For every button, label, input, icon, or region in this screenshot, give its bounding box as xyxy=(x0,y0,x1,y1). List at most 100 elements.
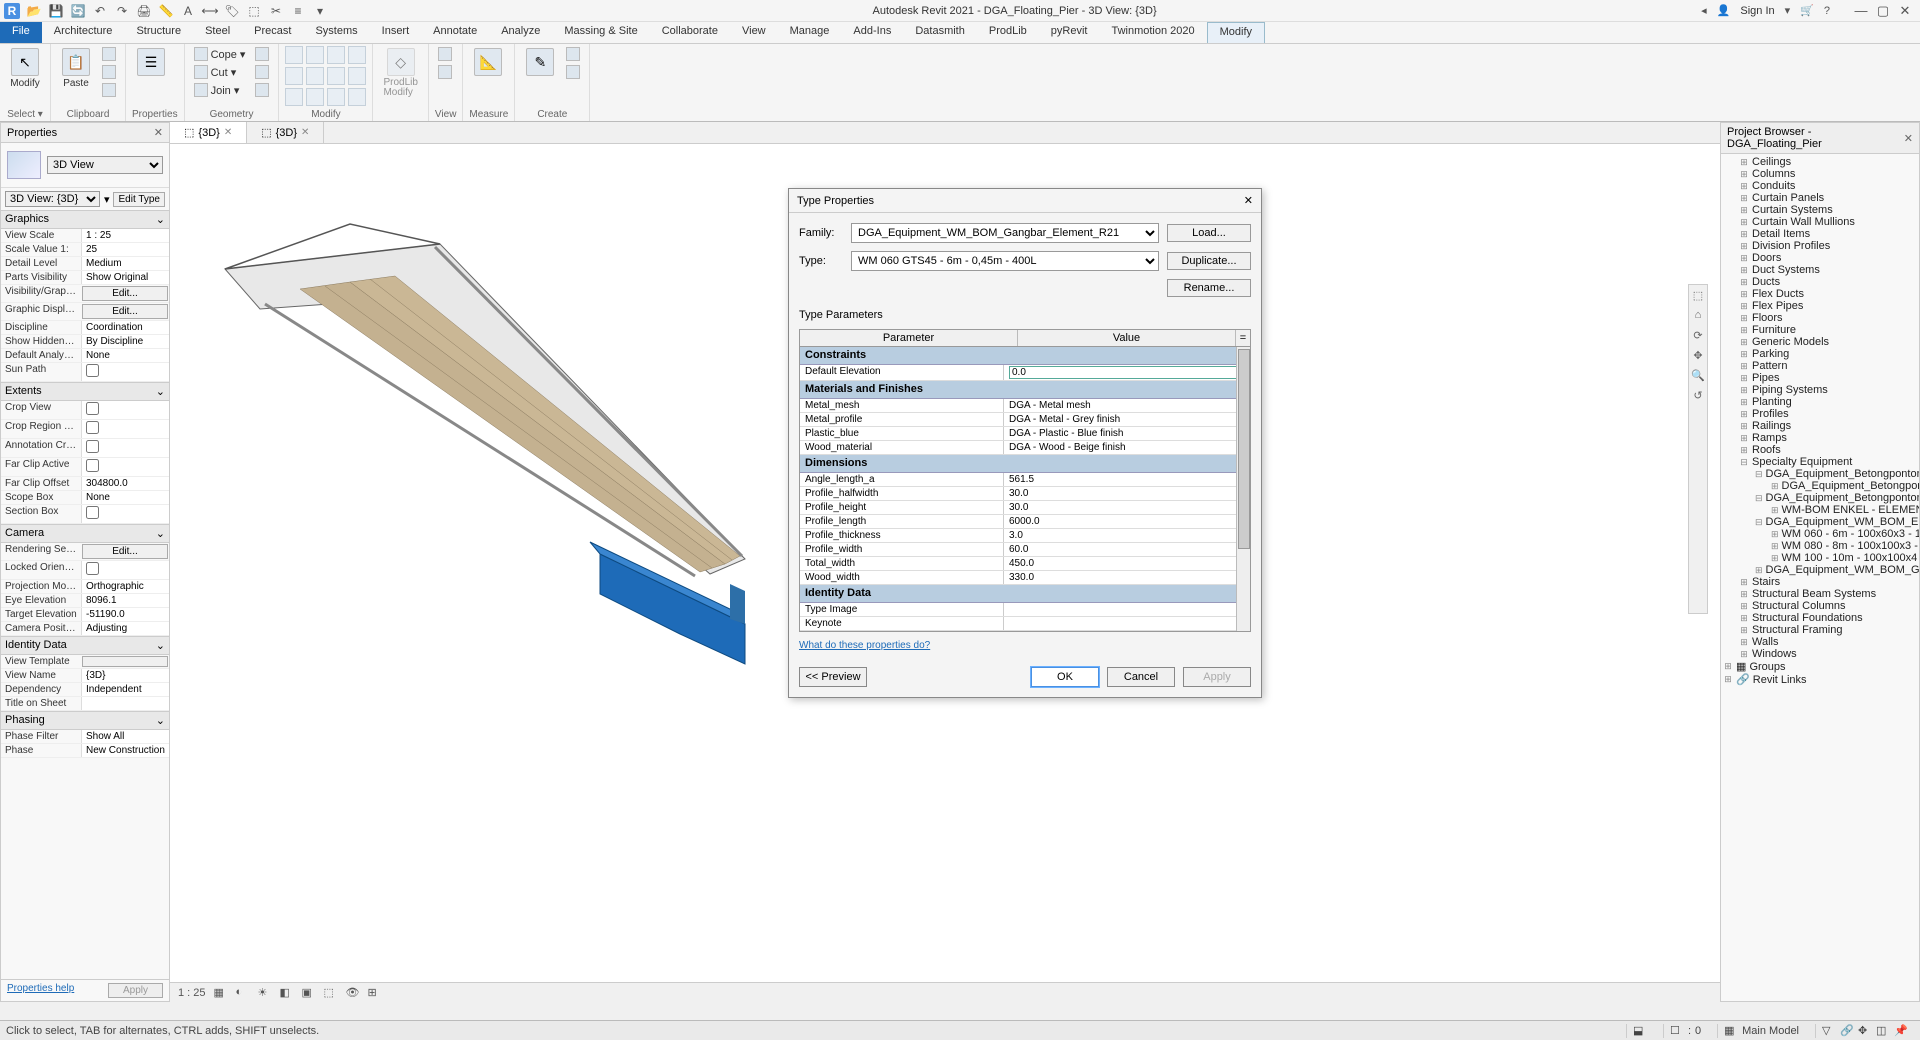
tree-node[interactable]: ⊟ DGA_Equipment_Betongponton_F xyxy=(1721,492,1919,504)
expand-icon[interactable]: ⊞ xyxy=(1739,385,1749,396)
model-icon[interactable]: ▦ xyxy=(1724,1024,1738,1038)
tp-row[interactable]: Plastic_blueDGA - Plastic - Blue finish xyxy=(800,427,1250,441)
tree-node[interactable]: ⊞ Curtain Wall Mullions xyxy=(1721,216,1919,228)
print-icon[interactable]: 🖨 xyxy=(136,3,152,19)
tp-row[interactable]: Metal_profileDGA - Metal - Grey finish xyxy=(800,413,1250,427)
tab-pyrevit[interactable]: pyRevit xyxy=(1039,22,1100,43)
open-icon[interactable]: 📂 xyxy=(26,3,42,19)
col-eq[interactable]: = xyxy=(1236,330,1250,346)
expand-icon[interactable]: ⊞ xyxy=(1723,661,1733,672)
measure-button[interactable]: 📐 xyxy=(469,46,507,78)
expand-icon[interactable]: ⊟ xyxy=(1755,517,1763,528)
info-icon[interactable]: ◂ xyxy=(1701,4,1707,17)
properties-help-link[interactable]: Properties help xyxy=(7,983,74,998)
expand-icon[interactable]: ⊞ xyxy=(1739,157,1749,168)
prop-row[interactable]: Far Clip Offset304800.0 xyxy=(1,477,169,491)
prop-row[interactable]: Crop View xyxy=(1,401,169,420)
tree-node[interactable]: ⊞ Piping Systems xyxy=(1721,384,1919,396)
pin-icon[interactable] xyxy=(327,88,345,106)
tab-analyze[interactable]: Analyze xyxy=(489,22,552,43)
view-instance-selector[interactable]: 3D View: {3D} xyxy=(5,191,100,207)
tree-node[interactable]: ⊞ Planting xyxy=(1721,396,1919,408)
tab-file[interactable]: File xyxy=(0,22,42,43)
tp-row[interactable]: Keynote xyxy=(800,617,1250,631)
expand-icon[interactable]: ⊞ xyxy=(1739,373,1749,384)
shadow-icon[interactable]: ◧ xyxy=(280,986,294,1000)
expand-icon[interactable]: ⊞ xyxy=(1771,529,1779,540)
tree-node[interactable]: ⊞ Structural Foundations xyxy=(1721,612,1919,624)
cut-geom-button[interactable]: Cut ▾ xyxy=(191,64,249,80)
tag-icon[interactable]: 🏷 xyxy=(224,3,240,19)
prop-row[interactable]: Graphic Display...Edit... xyxy=(1,303,169,321)
tab-steel[interactable]: Steel xyxy=(193,22,242,43)
render-icon[interactable]: ▣ xyxy=(302,986,316,1000)
sync-icon[interactable]: 🔄 xyxy=(70,3,86,19)
face-status-icon[interactable]: ◫ xyxy=(1876,1024,1890,1038)
prop-row[interactable]: DependencyIndependent xyxy=(1,683,169,697)
prodlib-button[interactable]: ◇ ProdLib Modify xyxy=(379,46,421,100)
paste-button[interactable]: 📋 Paste xyxy=(57,46,95,91)
preview-button[interactable]: << Preview xyxy=(799,667,867,687)
tp-row[interactable]: Wood_materialDGA - Wood - Beige finish xyxy=(800,441,1250,455)
expand-icon[interactable]: ⊞ xyxy=(1739,265,1749,276)
tab-prodlib[interactable]: ProdLib xyxy=(977,22,1039,43)
prop-row[interactable]: Locked Orientat... xyxy=(1,561,169,580)
apply-dialog-button[interactable]: Apply xyxy=(1183,667,1251,687)
params-help-link[interactable]: What do these properties do? xyxy=(799,640,1251,651)
expand-icon[interactable]: ⊞ xyxy=(1739,349,1749,360)
tp-row[interactable]: Wood_width330.0 xyxy=(800,571,1250,585)
expand-icon[interactable]: ⊞ xyxy=(1739,301,1749,312)
cr2[interactable] xyxy=(563,64,583,80)
tp-group-identitydata[interactable]: Identity Data⌄ xyxy=(800,585,1250,603)
dialog-scrollbar[interactable] xyxy=(1236,347,1250,631)
ok-button[interactable]: OK xyxy=(1031,667,1099,687)
expand-icon[interactable]: ⊞ xyxy=(1739,181,1749,192)
tree-node[interactable]: ⊞ Windows xyxy=(1721,648,1919,660)
tp-row[interactable]: Metal_meshDGA - Metal mesh xyxy=(800,399,1250,413)
zoom-icon[interactable]: 🔍 xyxy=(1691,369,1705,383)
geom3-button[interactable] xyxy=(252,82,272,98)
trim-icon[interactable] xyxy=(348,46,366,64)
tp-row[interactable]: Total_width450.0 xyxy=(800,557,1250,571)
tree-node[interactable]: ⊞ Pipes xyxy=(1721,372,1919,384)
tree-node[interactable]: ⊞ Doors xyxy=(1721,252,1919,264)
tab-twinmotion2020[interactable]: Twinmotion 2020 xyxy=(1099,22,1206,43)
tree-node[interactable]: ⊞ Structural Columns xyxy=(1721,600,1919,612)
sun-icon[interactable]: ☀ xyxy=(258,986,272,1000)
tree-node[interactable]: ⊞ Curtain Systems xyxy=(1721,204,1919,216)
redo-icon[interactable]: ↷ xyxy=(114,3,130,19)
expand-icon[interactable]: ⊟ xyxy=(1755,469,1763,480)
view-tab-0[interactable]: ⬚{3D}✕ xyxy=(170,122,247,143)
expand-icon[interactable]: ⊞ xyxy=(1739,337,1749,348)
prop-row[interactable]: Default Analysis...None xyxy=(1,349,169,363)
view-tab-1[interactable]: ⬚{3D}✕ xyxy=(247,122,324,143)
select-icon[interactable]: ☐ xyxy=(1670,1024,1684,1038)
tree-node[interactable]: ⊞ Roofs xyxy=(1721,444,1919,456)
filter-status-icon[interactable]: ▽ xyxy=(1822,1024,1836,1038)
tab-massingsite[interactable]: Massing & Site xyxy=(552,22,649,43)
worksets-icon[interactable]: ⬓ xyxy=(1633,1024,1647,1038)
expand-icon[interactable]: ⊞ xyxy=(1739,361,1749,372)
prop-row[interactable]: Section Box xyxy=(1,505,169,524)
prop-row[interactable]: View Name{3D} xyxy=(1,669,169,683)
delete-icon[interactable] xyxy=(348,88,366,106)
mirror-icon[interactable] xyxy=(285,67,303,85)
tab-systems[interactable]: Systems xyxy=(303,22,369,43)
user-icon[interactable]: 👤 xyxy=(1717,4,1731,17)
prop-row[interactable]: Visibility/Graphi...Edit... xyxy=(1,285,169,303)
max-icon[interactable]: ▢ xyxy=(1872,3,1894,19)
expand-icon[interactable]: ⊞ xyxy=(1739,637,1749,648)
scale-display[interactable]: 1 : 25 xyxy=(178,987,206,999)
tab-insert[interactable]: Insert xyxy=(370,22,422,43)
prop-row[interactable]: Detail LevelMedium xyxy=(1,257,169,271)
tree-node[interactable]: ⊞ Stairs xyxy=(1721,576,1919,588)
rotate-icon[interactable] xyxy=(327,46,345,64)
expand-icon[interactable]: ⊞ xyxy=(1739,205,1749,216)
rename-button[interactable]: Rename... xyxy=(1167,279,1251,297)
tp-row[interactable]: Type Image xyxy=(800,603,1250,617)
pan-icon[interactable]: ✥ xyxy=(1691,349,1705,363)
dim-icon[interactable]: ⟷ xyxy=(202,3,218,19)
tree-node[interactable]: ⊞ Walls xyxy=(1721,636,1919,648)
tree-node[interactable]: ⊞ DGA_Equipment_Betongponto xyxy=(1721,480,1919,492)
tree-node[interactable]: ⊞ Railings xyxy=(1721,420,1919,432)
